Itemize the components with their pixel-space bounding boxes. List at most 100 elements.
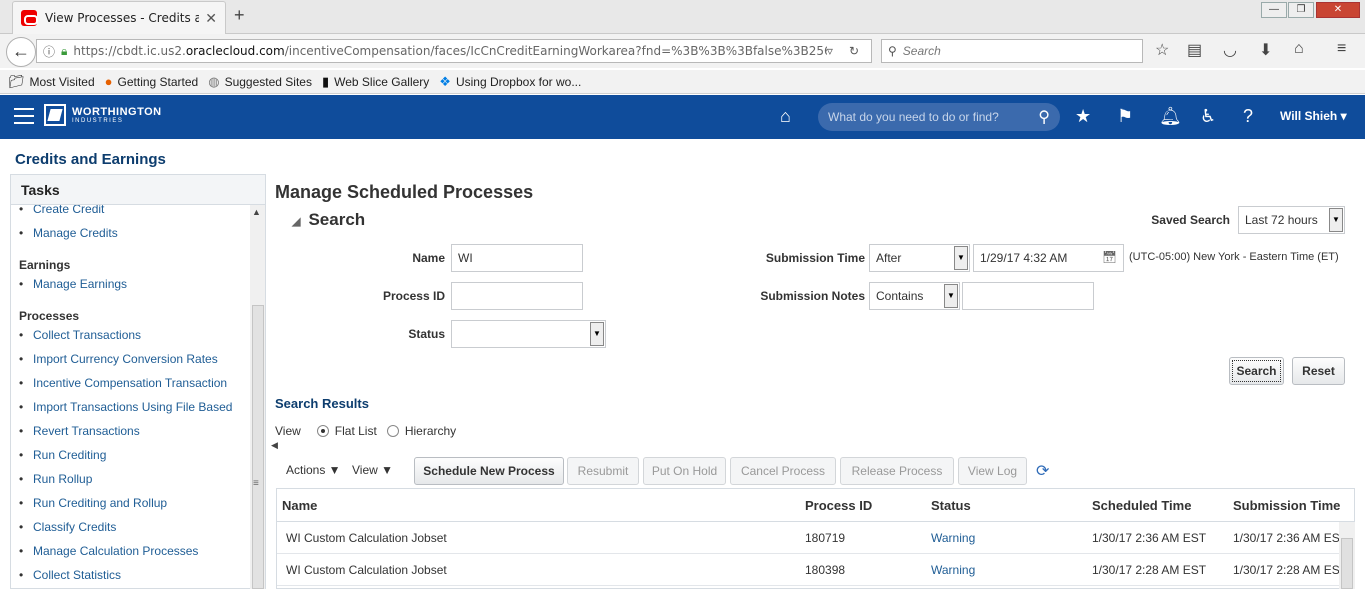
home-icon[interactable]: ⌂ [1294,40,1304,58]
view-log-button[interactable]: View Log [958,457,1027,485]
web-slice-icon: ▮ [321,73,330,89]
task-run-crediting[interactable]: Run Crediting [19,448,106,462]
submission-time-operator-select[interactable]: After ▼ [869,244,970,272]
task-group-processes: Processes [19,309,80,323]
actions-menu[interactable]: Actions ▼ [286,463,341,477]
task-import-transactions-file[interactable]: Import Transactions Using File Based [19,400,232,414]
view-label: View [275,424,301,438]
flat-list-radio[interactable] [316,425,329,437]
collapse-pane-arrow-icon[interactable]: ◀ [271,440,278,451]
tasks-scrollbar-thumb[interactable] [252,305,264,589]
minimize-window-button[interactable]: — [1261,2,1287,18]
bookmark-star-icon[interactable]: ☆ [1155,40,1169,60]
download-icon[interactable]: ⬇ [1259,40,1272,60]
accessibility-icon[interactable]: ♿︎ [1200,106,1216,127]
navigator-menu-icon[interactable] [14,108,34,124]
tasks-list: Create Credit Manage Credits Earnings Ma… [11,205,251,589]
scroll-up-arrow-icon[interactable]: ▲ [252,207,261,217]
app-header: WORTHINGTON INDUSTRIES ⌂ ★ ⚑ 🔔︎ ♿︎ ? [0,95,1365,139]
saved-search-select[interactable]: Last 72 hours ▼ [1238,206,1345,234]
info-icon[interactable]: ⓘ [43,43,55,60]
submission-notes-input[interactable] [962,282,1094,310]
chevron-down-icon[interactable]: ▼ [944,284,958,308]
view-menu[interactable]: View ▼ [352,463,393,477]
task-create-credit[interactable]: Create Credit [19,205,104,216]
column-header-scheduled-time[interactable]: Scheduled Time [1092,498,1191,513]
area-title: Credits and Earnings [15,151,166,168]
saved-search-label: Saved Search [1151,213,1230,227]
search-icon[interactable]: ⚲ [1038,107,1050,127]
cell-status-link[interactable]: Warning [931,563,975,577]
close-window-button[interactable]: ✕ [1316,2,1360,18]
submission-time-label: Submission Time [765,251,865,265]
submission-notes-operator-select[interactable]: Contains ▼ [869,282,960,310]
task-run-rollup[interactable]: Run Rollup [19,472,92,486]
name-input[interactable]: WI [451,244,583,272]
user-menu[interactable]: Will Shieh ▾ [1280,109,1347,123]
pocket-icon[interactable]: ◡ [1223,40,1237,60]
table-scrollbar-thumb[interactable] [1341,538,1353,589]
notifications-bell-icon[interactable]: 🔔︎ [1159,106,1182,127]
back-button[interactable]: ← [6,37,36,67]
browser-search-input[interactable]: ⚲ Search [881,39,1143,63]
release-process-button[interactable]: Release Process [840,457,954,485]
task-collect-statistics[interactable]: Collect Statistics [19,568,121,582]
process-id-input[interactable] [451,282,583,310]
column-header-name[interactable]: Name [282,498,317,513]
browser-tab[interactable]: View Processes - Credits an... ✕ [12,1,226,34]
bookmark-dropbox[interactable]: ❖ Using Dropbox for wo... [439,74,581,90]
put-on-hold-button[interactable]: Put On Hold [643,457,726,485]
schedule-new-process-button[interactable]: Schedule New Process [414,457,564,485]
submission-time-input[interactable]: 1/29/17 4:32 AM 📅︎ [973,244,1124,272]
chevron-down-icon[interactable]: ▼ [954,246,968,270]
column-header-process-id[interactable]: Process ID [805,498,872,513]
menu-icon[interactable]: ≡ [1337,40,1346,58]
company-logo[interactable]: WORTHINGTON INDUSTRIES [44,104,162,126]
table-row[interactable]: WI Custom Calculation Jobset 180719 Warn… [277,522,1354,554]
task-manage-calculation-processes[interactable]: Manage Calculation Processes [19,544,198,558]
watchlist-flag-icon[interactable]: ⚑ [1117,106,1133,127]
bookmark-suggested-sites[interactable]: ◍ Suggested Sites [208,74,312,90]
task-collect-transactions[interactable]: Collect Transactions [19,328,141,342]
home-icon[interactable]: ⌂ [780,106,791,127]
help-icon[interactable]: ? [1243,106,1253,127]
search-button[interactable]: Search [1229,357,1284,385]
dropdown-arrow-icon[interactable]: ▿ [827,44,833,58]
search-icon: ⚲ [888,44,897,58]
cancel-process-button[interactable]: Cancel Process [730,457,836,485]
task-run-crediting-rollup[interactable]: Run Crediting and Rollup [19,496,167,510]
task-manage-earnings[interactable]: Manage Earnings [19,277,127,291]
task-manage-credits[interactable]: Manage Credits [19,226,118,240]
hierarchy-radio[interactable] [386,425,399,437]
bookmark-web-slice-gallery[interactable]: ▮ Web Slice Gallery [322,74,429,90]
refresh-icon[interactable]: ⟳ [1036,461,1049,481]
chevron-down-icon[interactable]: ▼ [1329,208,1343,232]
global-search-input[interactable]: What do you need to do or find? ⚲ [818,103,1060,131]
resubmit-button[interactable]: Resubmit [567,457,639,485]
reload-icon[interactable]: ↻ [849,44,859,58]
calendar-icon[interactable]: 📅︎ [1102,250,1117,264]
table-row[interactable]: WI Custom Calculation Jobset 180398 Warn… [277,554,1354,586]
task-import-currency-rates[interactable]: Import Currency Conversion Rates [19,352,218,366]
reading-list-icon[interactable]: ▤ [1187,40,1202,60]
reset-button[interactable]: Reset [1292,357,1345,385]
url-bar[interactable]: ⓘ 🔒︎ https://cbdt.ic.us2.oraclecloud.com… [36,39,872,63]
new-tab-button[interactable]: + [234,5,245,26]
column-header-submission-time[interactable]: Submission Time [1233,498,1340,513]
maximize-window-button[interactable]: ❐ [1288,2,1314,18]
chevron-down-icon[interactable]: ▼ [590,322,604,346]
task-incentive-comp-transaction[interactable]: Incentive Compensation Transaction [19,376,227,390]
status-select[interactable]: ▼ [451,320,606,348]
cell-status-link[interactable]: Warning [931,531,975,545]
table-scrollbar[interactable] [1339,522,1355,589]
task-revert-transactions[interactable]: Revert Transactions [19,424,140,438]
bookmark-most-visited[interactable]: 📁︎ Most Visited [8,74,95,90]
search-section-header[interactable]: ◢ Search [292,210,365,230]
close-tab-icon[interactable]: ✕ [205,10,217,27]
collapse-triangle-icon[interactable]: ◢ [292,216,300,228]
column-header-status[interactable]: Status [931,498,971,513]
bookmark-getting-started[interactable]: ● Getting Started [105,74,199,89]
task-classify-credits[interactable]: Classify Credits [19,520,116,534]
tab-title: View Processes - Credits an... [45,11,200,25]
favorites-star-icon[interactable]: ★ [1075,106,1091,127]
